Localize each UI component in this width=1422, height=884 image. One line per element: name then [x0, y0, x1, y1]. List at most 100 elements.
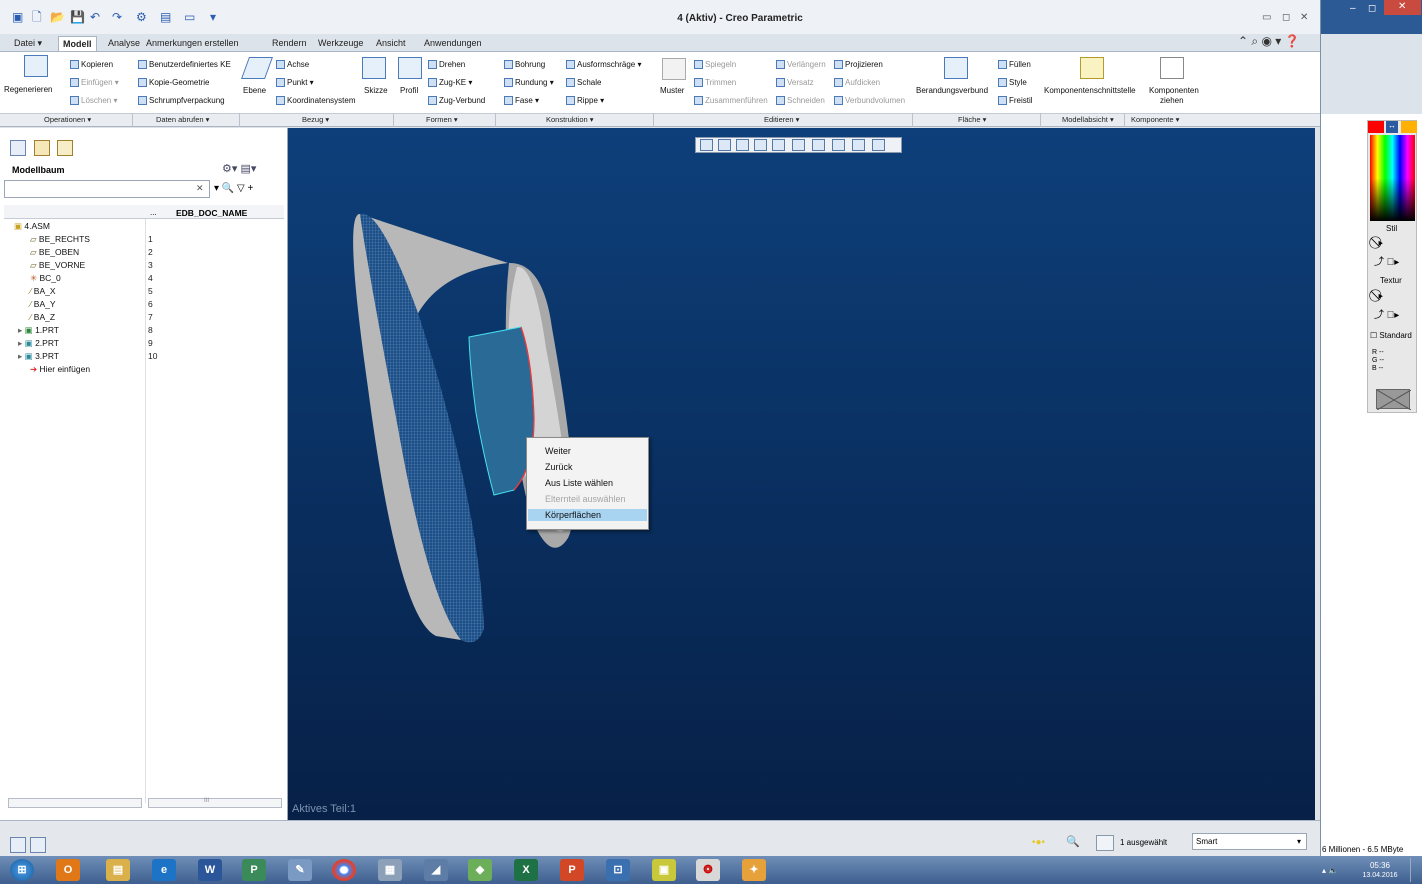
- spin-center-icon[interactable]: [872, 139, 885, 151]
- group-komponente[interactable]: Komponente ▾: [1131, 115, 1179, 125]
- tree-item-2-prt[interactable]: ▸ ▣ 2.PRT: [18, 338, 59, 349]
- group-editieren[interactable]: Editieren ▾: [764, 115, 799, 125]
- group-operationen[interactable]: Operationen ▾: [44, 115, 91, 125]
- verbundvolumen-button[interactable]: Verbundvolumen: [834, 96, 905, 106]
- loeschen-button[interactable]: Löschen ▾: [70, 96, 117, 106]
- menu-item-aus-liste-waehlen[interactable]: Aus Liste wählen: [545, 477, 613, 489]
- chrome-taskbar-icon[interactable]: [332, 859, 356, 881]
- textur-rotate-icon[interactable]: ⤴ ⃠▸: [1374, 306, 1399, 321]
- paint-group-taskbar-icon[interactable]: ✦: [742, 859, 766, 881]
- refit-icon[interactable]: [700, 139, 713, 151]
- menu-item-zurueck[interactable]: Zurück: [545, 461, 573, 473]
- menu-item-weiter[interactable]: Weiter: [545, 445, 571, 457]
- selection-count[interactable]: 1 ausgewählt: [1120, 838, 1167, 847]
- annotation-display-icon[interactable]: [852, 139, 865, 151]
- tray-icons[interactable]: ▴ 🔈: [1322, 866, 1338, 875]
- tree-item-asm[interactable]: ▣ 4.ASM: [14, 221, 50, 232]
- paint-taskbar-icon[interactable]: ✎: [288, 859, 312, 881]
- style-button[interactable]: Style: [998, 78, 1027, 88]
- tab-anmerkungen[interactable]: Anmerkungen erstellen: [142, 36, 243, 51]
- zoom-out-icon[interactable]: [736, 139, 749, 151]
- secondary-color-swatch[interactable]: [1401, 121, 1417, 133]
- bohrung-button[interactable]: Bohrung: [504, 60, 545, 70]
- horizontal-scrollbar-left[interactable]: [8, 798, 142, 808]
- toggle-navigator-icon[interactable]: [10, 837, 26, 853]
- datum-display-icon[interactable]: [832, 139, 845, 151]
- menu-item-elternteil-auswaehlen[interactable]: Elternteil auswählen: [545, 493, 626, 505]
- drehen-button[interactable]: Drehen: [428, 60, 465, 70]
- profil-icon[interactable]: [398, 57, 422, 79]
- komponentenschnittstelle-button[interactable]: Komponentenschnittstelle: [1044, 86, 1136, 96]
- group-flaeche[interactable]: Fläche ▾: [958, 115, 986, 125]
- excel-taskbar-icon[interactable]: X: [514, 859, 538, 881]
- regenerate-big-icon[interactable]: [24, 55, 48, 77]
- ausformschraege-button[interactable]: Ausformschräge ▾: [566, 60, 641, 70]
- display-style-icon[interactable]: [772, 139, 785, 151]
- tree-item-ba-x[interactable]: ⁄ BA_X: [30, 286, 56, 297]
- swap-colors-icon[interactable]: ↔: [1386, 121, 1398, 133]
- app3-taskbar-icon[interactable]: ⊡: [606, 859, 630, 881]
- find-icon[interactable]: 🔍: [1066, 835, 1080, 848]
- clear-search-icon[interactable]: ✕: [196, 183, 204, 194]
- fuellen-button[interactable]: Füllen: [998, 60, 1031, 70]
- zug-ke-button[interactable]: Zug-KE ▾: [428, 78, 472, 88]
- komponenten-ziehen-label-2[interactable]: ziehen: [1160, 96, 1184, 106]
- group-modellabsicht[interactable]: Modellabsicht ▾: [1062, 115, 1114, 125]
- aufdicken-button[interactable]: Aufdicken: [834, 78, 880, 88]
- minimize-icon[interactable]: –: [1350, 3, 1356, 14]
- verlaengern-button[interactable]: Verlängern: [776, 60, 826, 70]
- tree-item-3-prt[interactable]: ▸ ▣ 3.PRT: [18, 351, 59, 362]
- freistil-button[interactable]: Freistil: [998, 96, 1033, 106]
- ebene-icon[interactable]: [240, 57, 274, 79]
- tab-anwendungen[interactable]: Anwendungen: [420, 36, 486, 51]
- show-desktop-button[interactable]: [1410, 858, 1420, 882]
- model-graphics[interactable]: [288, 128, 1315, 820]
- schrumpfverpackung-button[interactable]: Schrumpfverpackung: [138, 96, 225, 106]
- kopieren-button[interactable]: Kopieren: [70, 60, 113, 70]
- tab-ansicht[interactable]: Ansicht: [372, 36, 410, 51]
- creo-taskbar-icon[interactable]: ▣: [652, 859, 676, 881]
- kopie-geometrie-button[interactable]: Kopie-Geometrie: [138, 78, 209, 88]
- regenerieren-button[interactable]: Regenerieren: [4, 85, 52, 95]
- textur-none-icon[interactable]: ⃠▸: [1378, 288, 1383, 303]
- benutzerdefiniertes-ke-button[interactable]: Benutzerdefiniertes KE: [138, 60, 231, 70]
- spiegeln-button[interactable]: Spiegeln: [694, 60, 736, 70]
- projizieren-button[interactable]: Projizieren: [834, 60, 883, 70]
- tree-item-be-vorne[interactable]: ▱ BE_VORNE: [30, 260, 85, 271]
- zusammenfuehren-button[interactable]: Zusammenführen: [694, 96, 768, 106]
- column-edb-doc-name[interactable]: EDB_DOC_NAME: [176, 208, 247, 218]
- chevron-down-icon[interactable]: ▾: [1297, 837, 1301, 846]
- horizontal-scrollbar-right[interactable]: [148, 798, 282, 808]
- tab-datei[interactable]: Datei ▾: [10, 36, 46, 51]
- powerpoint-taskbar-icon[interactable]: P: [560, 859, 584, 881]
- zug-verbund-button[interactable]: Zug-Verbund: [428, 96, 485, 106]
- minimize-icon[interactable]: ▭: [1262, 12, 1271, 23]
- selected-items-icon[interactable]: [1096, 835, 1114, 851]
- tree-item-be-rechts[interactable]: ▱ BE_RECHTS: [30, 234, 90, 245]
- fase-button[interactable]: Fase ▾: [504, 96, 539, 106]
- tree-settings-icon[interactable]: ⚙▾ ▤▾: [222, 162, 256, 175]
- rundung-button[interactable]: Rundung ▾: [504, 78, 554, 88]
- tree-item-hier-einfuegen[interactable]: ➔ Hier einfügen: [30, 364, 90, 375]
- muster-button[interactable]: Muster: [660, 86, 684, 96]
- group-daten-abrufen[interactable]: Daten abrufen ▾: [156, 115, 209, 125]
- clock-time[interactable]: 05:36: [1358, 861, 1402, 870]
- tab-analyse[interactable]: Analyse: [104, 36, 144, 51]
- clock-date[interactable]: 13.04.2016: [1354, 872, 1406, 879]
- profil-button[interactable]: Profil: [400, 86, 418, 96]
- versatz-button[interactable]: Versatz: [776, 78, 814, 88]
- close-icon[interactable]: ✕: [1398, 1, 1406, 12]
- start-button[interactable]: ⊞: [10, 859, 34, 881]
- color-spectrum[interactable]: [1370, 135, 1415, 221]
- zoom-in-icon[interactable]: [718, 139, 731, 151]
- achse-button[interactable]: Achse: [276, 60, 309, 70]
- maximize-icon[interactable]: ◻: [1282, 12, 1290, 23]
- primary-color-swatch[interactable]: [1368, 121, 1384, 133]
- tree-search-input[interactable]: [4, 180, 210, 198]
- komponenten-ziehen-label-1[interactable]: Komponenten: [1149, 86, 1199, 96]
- explorer-taskbar-icon[interactable]: ▤: [106, 859, 130, 881]
- menu-item-koerperflaechen[interactable]: Körperflächen: [545, 509, 601, 521]
- berandungsverbund-icon[interactable]: [944, 57, 968, 79]
- saved-orientations-icon[interactable]: [792, 139, 805, 151]
- schale-button[interactable]: Schale: [566, 78, 601, 88]
